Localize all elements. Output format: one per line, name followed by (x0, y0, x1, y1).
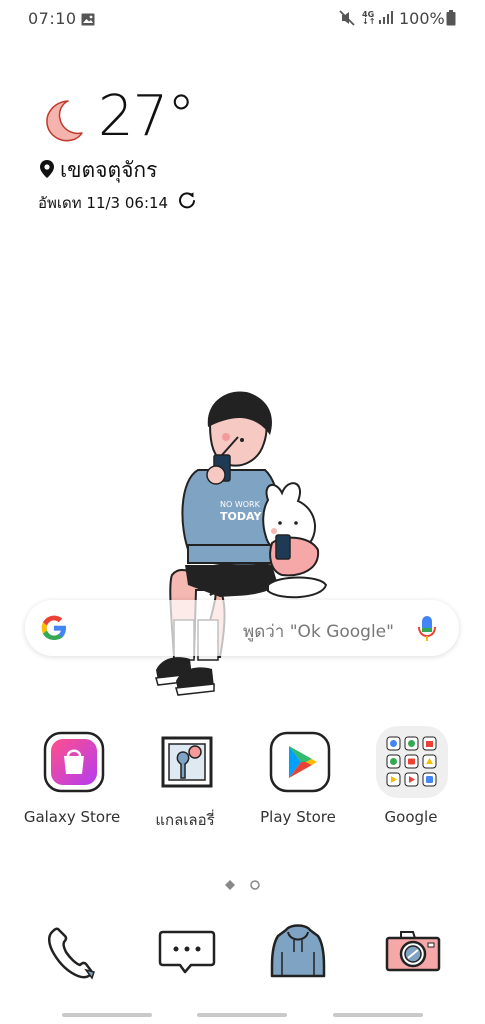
mute-icon (339, 10, 355, 30)
page-indicator (224, 876, 264, 895)
search-hint: พูดว่า "Ok Google" (243, 622, 394, 642)
signal-icon (378, 10, 394, 29)
page-dot-2[interactable] (250, 880, 260, 890)
voice-search-mic-icon[interactable] (417, 615, 437, 647)
network-type: 4G ↓↑ (362, 10, 376, 26)
camera-icon (383, 931, 443, 986)
app-google-folder[interactable]: Google (356, 726, 466, 840)
nav-back-button[interactable] (333, 1013, 423, 1017)
navigation-bar (0, 1008, 485, 1024)
app-galaxy-store[interactable]: Galaxy Store (17, 730, 127, 840)
google-logo-icon (40, 614, 68, 646)
dock-contacts[interactable] (268, 922, 328, 982)
app-label: Galaxy Store (23, 808, 121, 826)
crescent-moon-icon (42, 98, 84, 148)
app-label: แกลเลอรี่ (155, 811, 215, 829)
nav-recents-button[interactable] (62, 1013, 152, 1017)
dock-messages[interactable] (157, 922, 217, 982)
play-store-icon (268, 730, 332, 794)
refresh-icon[interactable] (178, 191, 196, 213)
galaxy-store-icon (42, 730, 106, 794)
location-name: เขตจตุจักร (60, 158, 158, 182)
dock-phone[interactable] (42, 922, 102, 982)
updated-time: อัพเดท 11/3 06:14 (38, 194, 169, 212)
gallery-notification-icon (81, 11, 95, 30)
dock-camera[interactable] (383, 922, 443, 982)
status-time: 07:10 (28, 9, 77, 28)
contacts-hoodie-icon (268, 924, 328, 986)
hoodie-text-line1: NO WORK (220, 500, 261, 509)
app-label: Google (384, 808, 438, 826)
gallery-icon (155, 730, 219, 794)
status-bar: 07:10 4G ↓↑ 100% (0, 0, 485, 38)
temperature: 27° (98, 84, 195, 149)
app-gallery[interactable]: แกลเลอรี่ (130, 730, 240, 840)
google-search-bar[interactable]: พูดว่า "Ok Google" (25, 600, 459, 656)
wallpaper-illustration: NO WORK TODAY (150, 385, 340, 704)
nav-home-button[interactable] (197, 1013, 287, 1017)
location-pin-icon (40, 160, 54, 182)
messages-icon (157, 930, 217, 986)
battery-icon (446, 10, 456, 30)
app-label: Play Store (260, 808, 336, 826)
hoodie-text-line2: TODAY (220, 510, 262, 523)
app-play-store[interactable]: Play Store (243, 730, 353, 840)
phone-icon (42, 927, 102, 986)
google-folder-icon (374, 724, 450, 800)
home-page-dot[interactable] (225, 880, 235, 890)
battery-percent: 100% (399, 9, 445, 28)
